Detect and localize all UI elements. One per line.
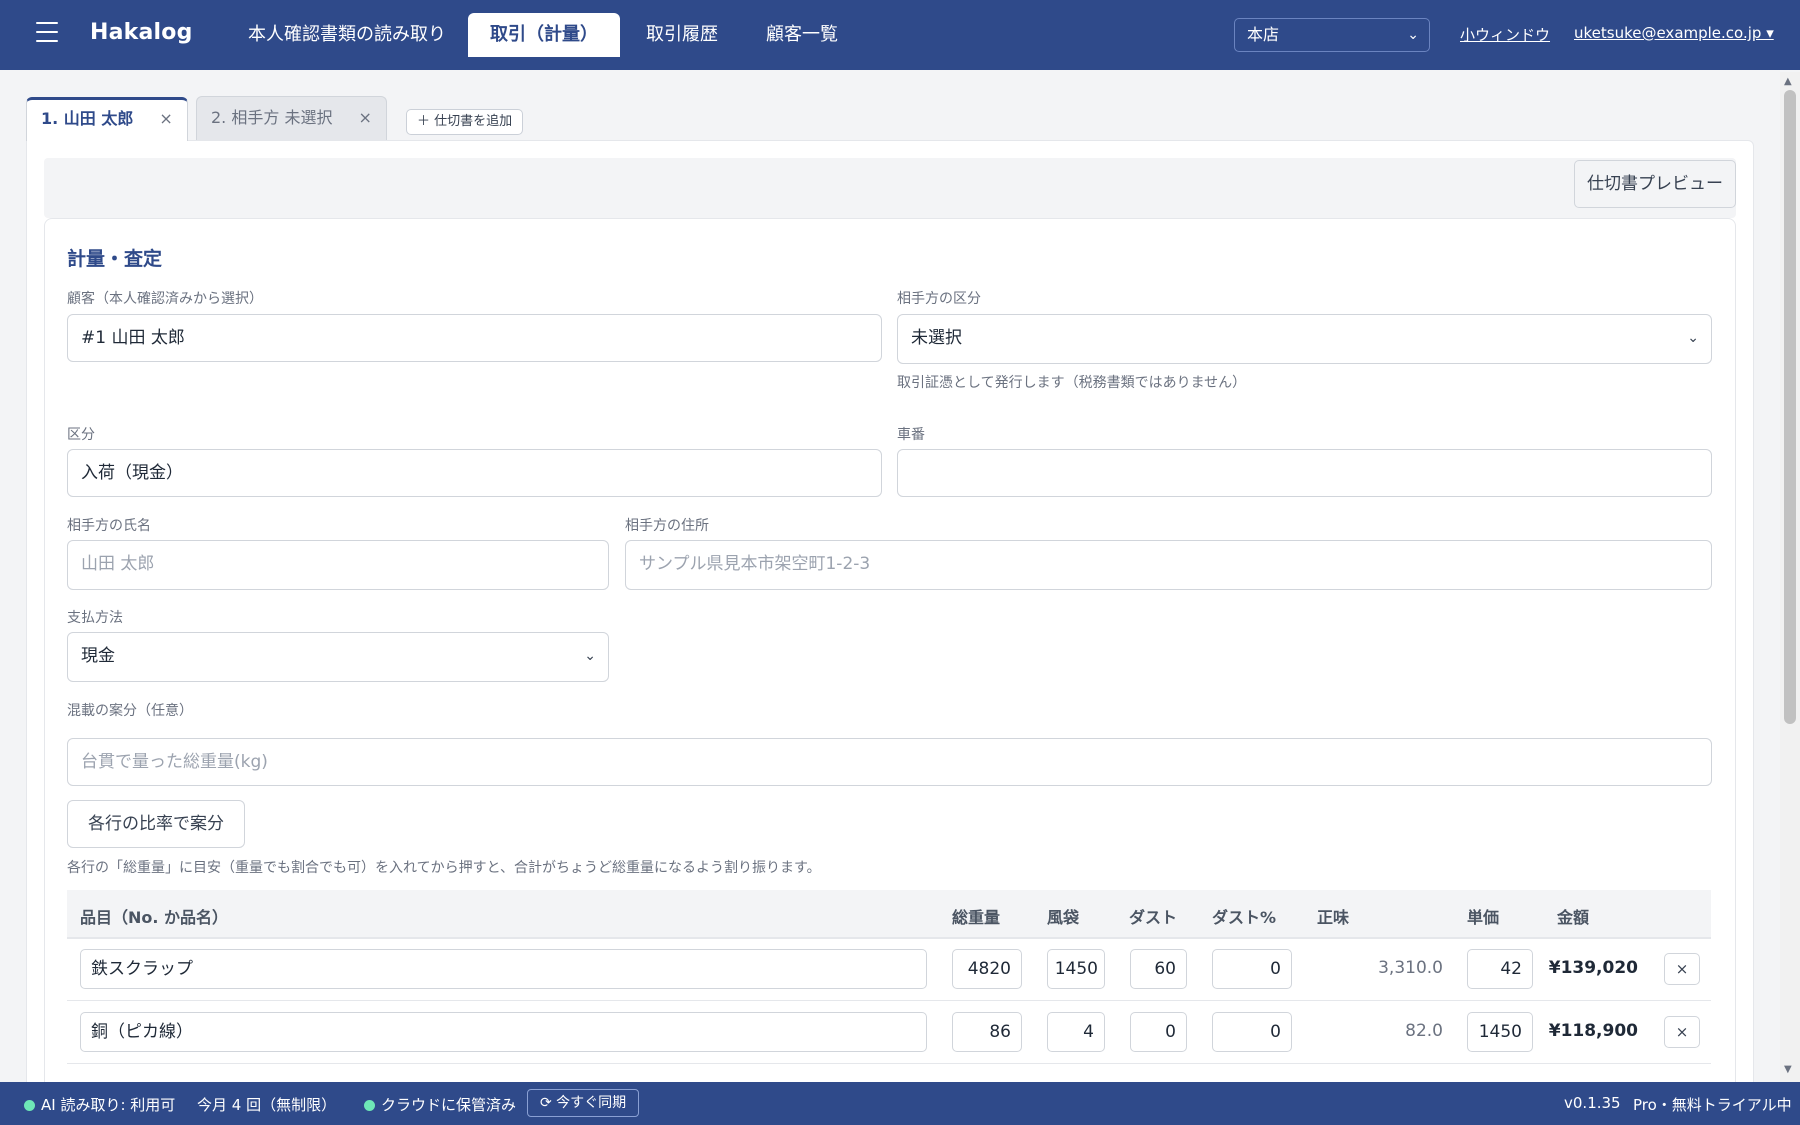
party-type-value: 未選択 xyxy=(911,328,962,348)
category-label: 区分 xyxy=(67,427,95,443)
net-weight: 82.0 xyxy=(1405,1021,1443,1041)
tab-transaction-history[interactable]: 取引履歴 xyxy=(626,13,738,57)
store-select[interactable]: 本店 ⌄ xyxy=(1234,18,1430,52)
bag-input[interactable]: 1450 xyxy=(1047,949,1105,989)
customer-input[interactable]: #1 山田 太郎 xyxy=(67,314,882,362)
customer-label: 顧客（本人確認済みから選択） xyxy=(67,291,263,307)
dust-pct-input[interactable]: 0 xyxy=(1212,949,1292,989)
chevron-down-icon: ⌄ xyxy=(584,648,596,664)
status-bar: AI 読み取り: 利用可 今月 4 回（無制限） クラウドに保管済み ⟳ 今すぐ… xyxy=(0,1082,1800,1125)
net-weight: 3,310.0 xyxy=(1378,958,1443,978)
col-gross: 総重量 xyxy=(952,908,1001,927)
gross-input[interactable]: 4820 xyxy=(952,949,1022,989)
party-type-label: 相手方の区分 xyxy=(897,291,981,307)
scrollbar-thumb[interactable] xyxy=(1784,90,1796,724)
cloud-status: クラウドに保管済み xyxy=(364,1094,516,1115)
payment-value: 現金 xyxy=(81,646,115,666)
brand-logo: Hakalog xyxy=(90,20,193,45)
party-type-select[interactable]: 未選択 ⌄ xyxy=(897,314,1712,364)
mixed-load-label: 混載の案分（任意） xyxy=(67,703,193,719)
party-name-label: 相手方の氏名 xyxy=(67,518,151,534)
item-input[interactable]: 銅（ピカ線） xyxy=(80,1012,927,1052)
doc-tab-2[interactable]: 2. 相手方 未選択 × xyxy=(196,96,387,140)
doc-tab-label: 1. 山田 太郎 xyxy=(41,109,134,128)
dust-input[interactable]: 60 xyxy=(1130,949,1187,989)
vehicle-input[interactable] xyxy=(897,449,1712,497)
account-email: uketsuke@example.co.jp ▾ xyxy=(1574,24,1774,42)
row-divider xyxy=(67,1000,1711,1001)
remove-row-button[interactable]: × xyxy=(1664,953,1700,985)
plan-status: Pro・無料トライアル中 xyxy=(1633,1096,1792,1114)
unit-price-input[interactable]: 1450 xyxy=(1467,1012,1533,1052)
store-select-value: 本店 xyxy=(1247,25,1280,44)
payment-label: 支払方法 xyxy=(67,610,123,626)
tab-transaction-weighing[interactable]: 取引（計量） xyxy=(468,13,620,57)
table-header xyxy=(67,890,1711,938)
chevron-down-icon: ⌄ xyxy=(1687,330,1699,346)
small-window-link[interactable]: 小ウィンドウ xyxy=(1460,24,1550,45)
col-unit-price: 単価 xyxy=(1467,908,1500,927)
total-weight-input[interactable]: 台貫で量った総重量(kg) xyxy=(67,738,1712,786)
doc-tab-1[interactable]: 1. 山田 太郎 × xyxy=(26,97,188,141)
preview-button[interactable]: 仕切書プレビュー xyxy=(1574,160,1736,208)
tab-id-reading[interactable]: 本人確認書類の読み取り xyxy=(228,13,466,57)
toolbar xyxy=(44,158,1736,218)
payment-select[interactable]: 現金 ⌄ xyxy=(67,632,609,682)
gross-input[interactable]: 86 xyxy=(952,1012,1022,1052)
chevron-down-icon: ⌄ xyxy=(1407,27,1419,43)
bag-input[interactable]: 4 xyxy=(1047,1012,1105,1052)
scroll-up-icon[interactable]: ▲ xyxy=(1784,76,1792,87)
item-input[interactable]: 鉄スクラップ xyxy=(80,949,927,989)
dust-input[interactable]: 0 xyxy=(1130,1012,1187,1052)
ai-status: AI 読み取り: 利用可 xyxy=(24,1094,175,1115)
menu-icon[interactable] xyxy=(36,22,58,42)
distribute-button[interactable]: 各行の比率で案分 xyxy=(67,800,245,848)
col-bag: 風袋 xyxy=(1047,908,1080,927)
tab-customer-list[interactable]: 顧客一覧 xyxy=(746,13,858,57)
category-input[interactable]: 入荷（現金） xyxy=(67,449,882,497)
status-dot-icon xyxy=(24,1100,35,1111)
row-divider xyxy=(67,938,1711,939)
sync-now-button[interactable]: ⟳ 今すぐ同期 xyxy=(527,1089,640,1117)
col-dust-pct: ダスト% xyxy=(1212,908,1277,927)
dust-pct-input[interactable]: 0 xyxy=(1212,1012,1292,1052)
amount: ¥118,900 xyxy=(1548,1021,1638,1041)
section-title: 計量・査定 xyxy=(67,248,163,270)
party-name-input[interactable]: 山田 太郎 xyxy=(67,540,609,590)
col-net: 正味 xyxy=(1317,908,1350,927)
status-dot-icon xyxy=(364,1100,375,1111)
vehicle-label: 車番 xyxy=(897,427,925,443)
amount: ¥139,020 xyxy=(1548,958,1638,978)
version: v0.1.35 xyxy=(1564,1094,1621,1112)
distribute-help: 各行の「総重量」に目安（重量でも割合でも可）を入れてから押すと、合計がちょうど総… xyxy=(67,860,821,876)
party-type-help: 取引証憑として発行します（税務書類ではありません） xyxy=(897,375,1247,391)
row-divider xyxy=(67,1063,1711,1064)
col-item: 品目（No. か品名） xyxy=(80,908,229,927)
doc-tab-label: 2. 相手方 未選択 xyxy=(211,108,333,127)
close-icon[interactable]: × xyxy=(159,109,172,128)
top-nav: Hakalog 本人確認書類の読み取り 取引（計量） 取引履歴 顧客一覧 本店 … xyxy=(0,0,1800,70)
monthly-count: 今月 4 回（無制限） xyxy=(197,1096,337,1114)
remove-row-button[interactable]: × xyxy=(1664,1016,1700,1048)
unit-price-input[interactable]: 42 xyxy=(1467,949,1533,989)
col-dust: ダスト xyxy=(1129,908,1178,927)
close-icon[interactable]: × xyxy=(358,108,371,127)
scroll-down-icon[interactable]: ▼ xyxy=(1784,1064,1792,1075)
party-address-input[interactable]: サンプル県見本市架空町1-2-3 xyxy=(625,540,1712,590)
col-amount: 金額 xyxy=(1557,908,1590,927)
party-address-label: 相手方の住所 xyxy=(625,518,709,534)
account-menu[interactable]: uketsuke@example.co.jp ▾ xyxy=(1574,24,1774,42)
add-document-button[interactable]: ＋ 仕切書を追加 xyxy=(406,109,524,135)
